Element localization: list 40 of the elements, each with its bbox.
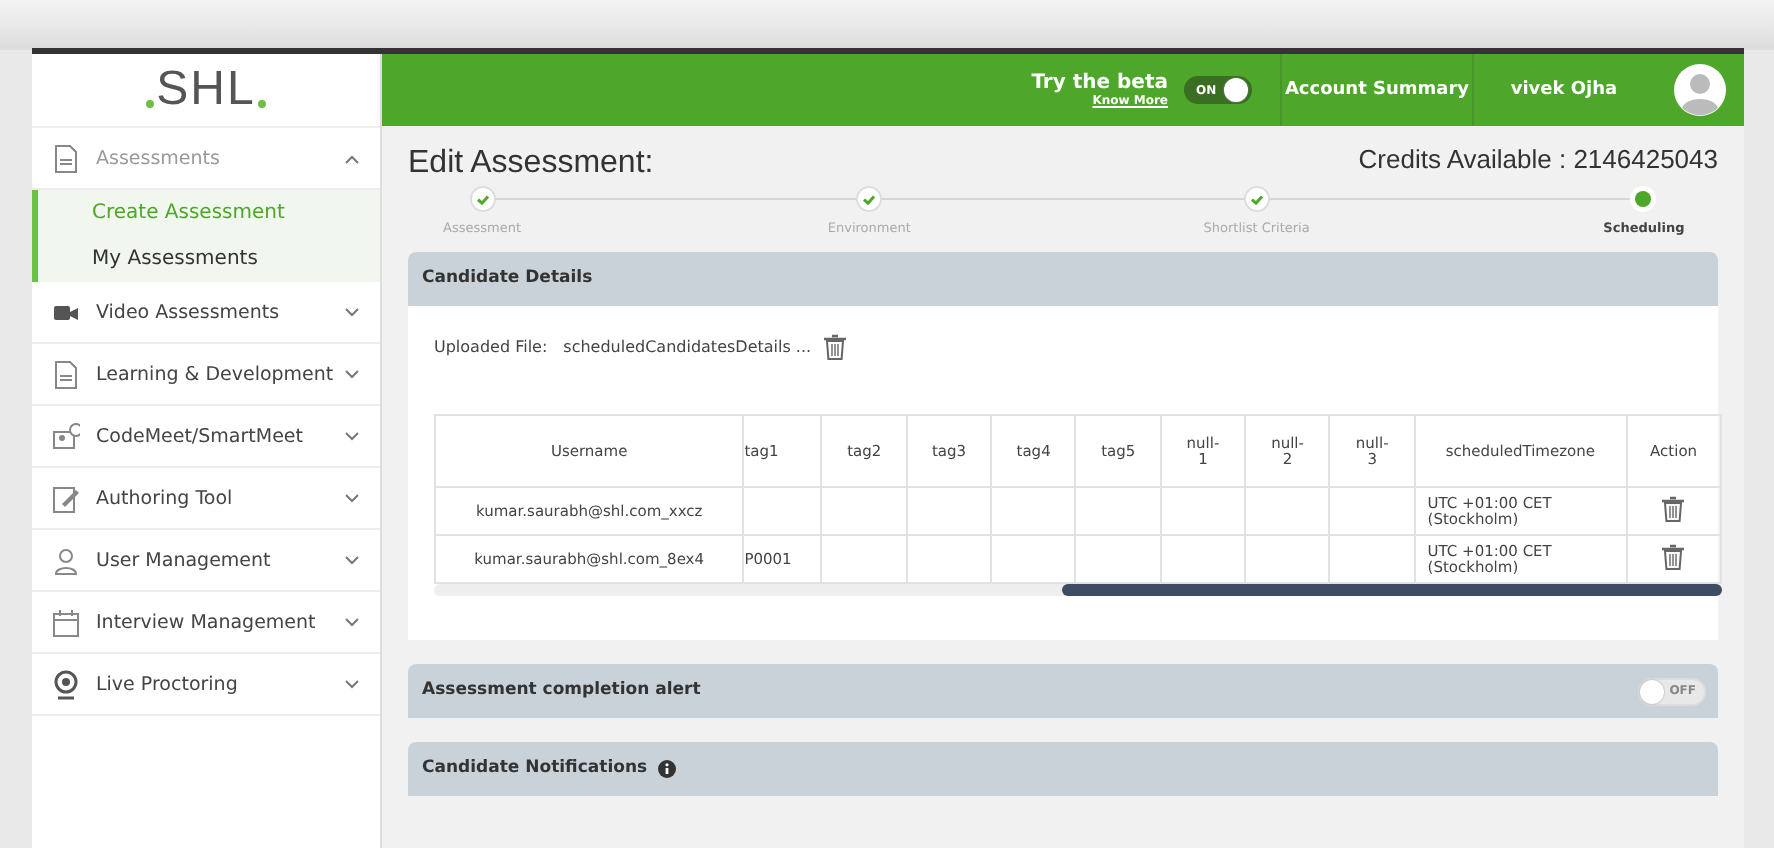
sidebar-item[interactable]: Authoring Tool (32, 468, 380, 530)
panel-header: Candidate Details (408, 252, 1718, 306)
chevron-down-icon (344, 493, 360, 503)
sidebar-item[interactable]: CodeMeet/SmartMeet (32, 406, 380, 468)
page-title: Edit Assessment: (408, 146, 654, 182)
info-icon (657, 760, 676, 778)
file-name: scheduledCandidatesDetails ... (563, 337, 812, 355)
panel-title: Assessment completion alert (422, 678, 701, 704)
credits-text: Credits Available : 2146425043 (1358, 144, 1718, 174)
delete-button[interactable] (1662, 544, 1685, 571)
sidebar-item[interactable]: Video Assessments (32, 282, 380, 344)
trash-icon (823, 333, 846, 359)
sidebar-subitem[interactable]: My Assessments (32, 236, 380, 282)
document-icon (52, 143, 80, 173)
sidebar-item[interactable]: Live Proctoring (32, 654, 380, 716)
chevron-down-icon (344, 369, 360, 379)
edit-icon (52, 483, 80, 513)
sidebar-item[interactable]: Learning & Development (32, 344, 380, 406)
beta-label: Try the beta (1031, 72, 1168, 94)
panel-title: Candidate Notifications (422, 756, 648, 782)
webcam-icon (52, 669, 80, 699)
sidebar-item[interactable]: Interview Management (32, 592, 380, 654)
trash-icon (1662, 544, 1685, 571)
horizontal-scrollbar[interactable] (434, 584, 1722, 596)
chevron-down-icon (344, 555, 360, 565)
delete-button[interactable] (1662, 496, 1685, 523)
user-icon (52, 545, 80, 575)
chevron-down-icon (344, 617, 360, 627)
avatar-icon (1673, 64, 1725, 116)
chevron-down-icon (344, 679, 360, 689)
chevron-down-icon (344, 431, 360, 441)
trash-icon (1662, 496, 1685, 523)
chevron-up-icon (344, 153, 360, 163)
logo: SHL (144, 66, 268, 114)
calendar-icon (52, 607, 80, 637)
chevron-down-icon (344, 307, 360, 317)
uploaded-file-label: Uploaded File: (434, 337, 548, 355)
video-chat-icon (52, 421, 80, 451)
document-icon (52, 359, 80, 389)
sidebar-item[interactable]: User Management (32, 530, 380, 592)
